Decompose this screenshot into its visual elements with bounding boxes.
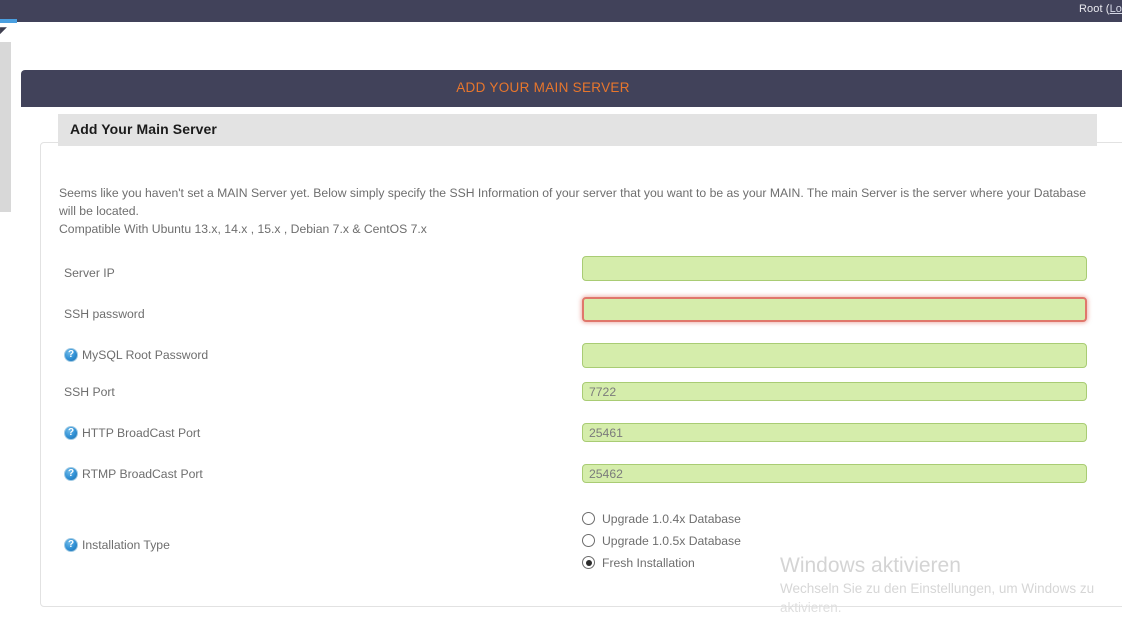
section-heading-text: Add Your Main Server <box>70 121 217 137</box>
logout-link[interactable]: Lo <box>1110 3 1122 15</box>
intro-compatibility: Compatible With Ubuntu 13.x, 14.x , 15.x… <box>59 222 427 236</box>
left-sidebar-strip <box>0 42 11 212</box>
panel-banner-title: ADD YOUR MAIN SERVER <box>456 80 630 95</box>
intro-description: Seems like you haven't set a MAIN Server… <box>59 184 1097 238</box>
field-input[interactable] <box>582 423 1087 442</box>
field-label: SSH Port <box>64 385 115 399</box>
intro-paragraph: Seems like you haven't set a MAIN Server… <box>59 186 1086 218</box>
field-label-text: HTTP BroadCast Port <box>82 426 201 440</box>
installation-type-option-label: Fresh Installation <box>602 556 695 570</box>
top-app-bar: Root (Lo <box>0 0 1122 23</box>
field-label-text: SSH Port <box>64 385 115 399</box>
radio-button-icon[interactable] <box>582 512 595 525</box>
field-input[interactable] <box>582 343 1087 368</box>
field-label: HTTP BroadCast Port <box>64 426 200 440</box>
field-label-text: SSH password <box>64 307 145 321</box>
help-question-icon[interactable] <box>64 348 78 362</box>
installation-type-option[interactable]: Fresh Installation <box>582 552 982 574</box>
help-question-icon[interactable] <box>64 467 78 481</box>
installation-type-option[interactable]: Upgrade 1.0.5x Database <box>582 530 982 552</box>
installation-type-option[interactable]: Upgrade 1.0.4x Database <box>582 508 982 530</box>
field-label: Server IP <box>64 266 115 280</box>
section-heading-bar: Add Your Main Server <box>58 114 1097 146</box>
account-menu[interactable]: Root (Lo <box>1079 3 1122 15</box>
field-input[interactable] <box>582 464 1087 483</box>
field-label-text: RTMP BroadCast Port <box>82 467 203 481</box>
installation-type-label-text: Installation Type <box>82 538 170 552</box>
field-input[interactable] <box>582 297 1087 322</box>
account-name: Root ( <box>1079 3 1110 15</box>
installation-type-option-label: Upgrade 1.0.4x Database <box>602 512 741 526</box>
field-label-text: Server IP <box>64 266 115 280</box>
clipped-corner-glyph: ◤ <box>0 26 7 35</box>
panel-banner: ADD YOUR MAIN SERVER <box>21 70 1122 107</box>
help-question-icon[interactable] <box>64 426 78 440</box>
radio-button-icon[interactable] <box>582 556 595 569</box>
field-label: RTMP BroadCast Port <box>64 467 203 481</box>
topbar-accent-marker <box>0 19 17 23</box>
installation-type-label: Installation Type <box>64 538 170 552</box>
help-question-icon[interactable] <box>64 538 78 552</box>
field-label-text: MySQL Root Password <box>82 348 209 362</box>
field-input[interactable] <box>582 382 1087 401</box>
field-input[interactable] <box>582 256 1087 281</box>
field-label: SSH password <box>64 307 145 321</box>
field-label: MySQL Root Password <box>64 348 208 362</box>
radio-button-icon[interactable] <box>582 534 595 547</box>
installation-type-options: Upgrade 1.0.4x Database Upgrade 1.0.5x Da… <box>582 508 982 574</box>
installation-type-option-label: Upgrade 1.0.5x Database <box>602 534 741 548</box>
